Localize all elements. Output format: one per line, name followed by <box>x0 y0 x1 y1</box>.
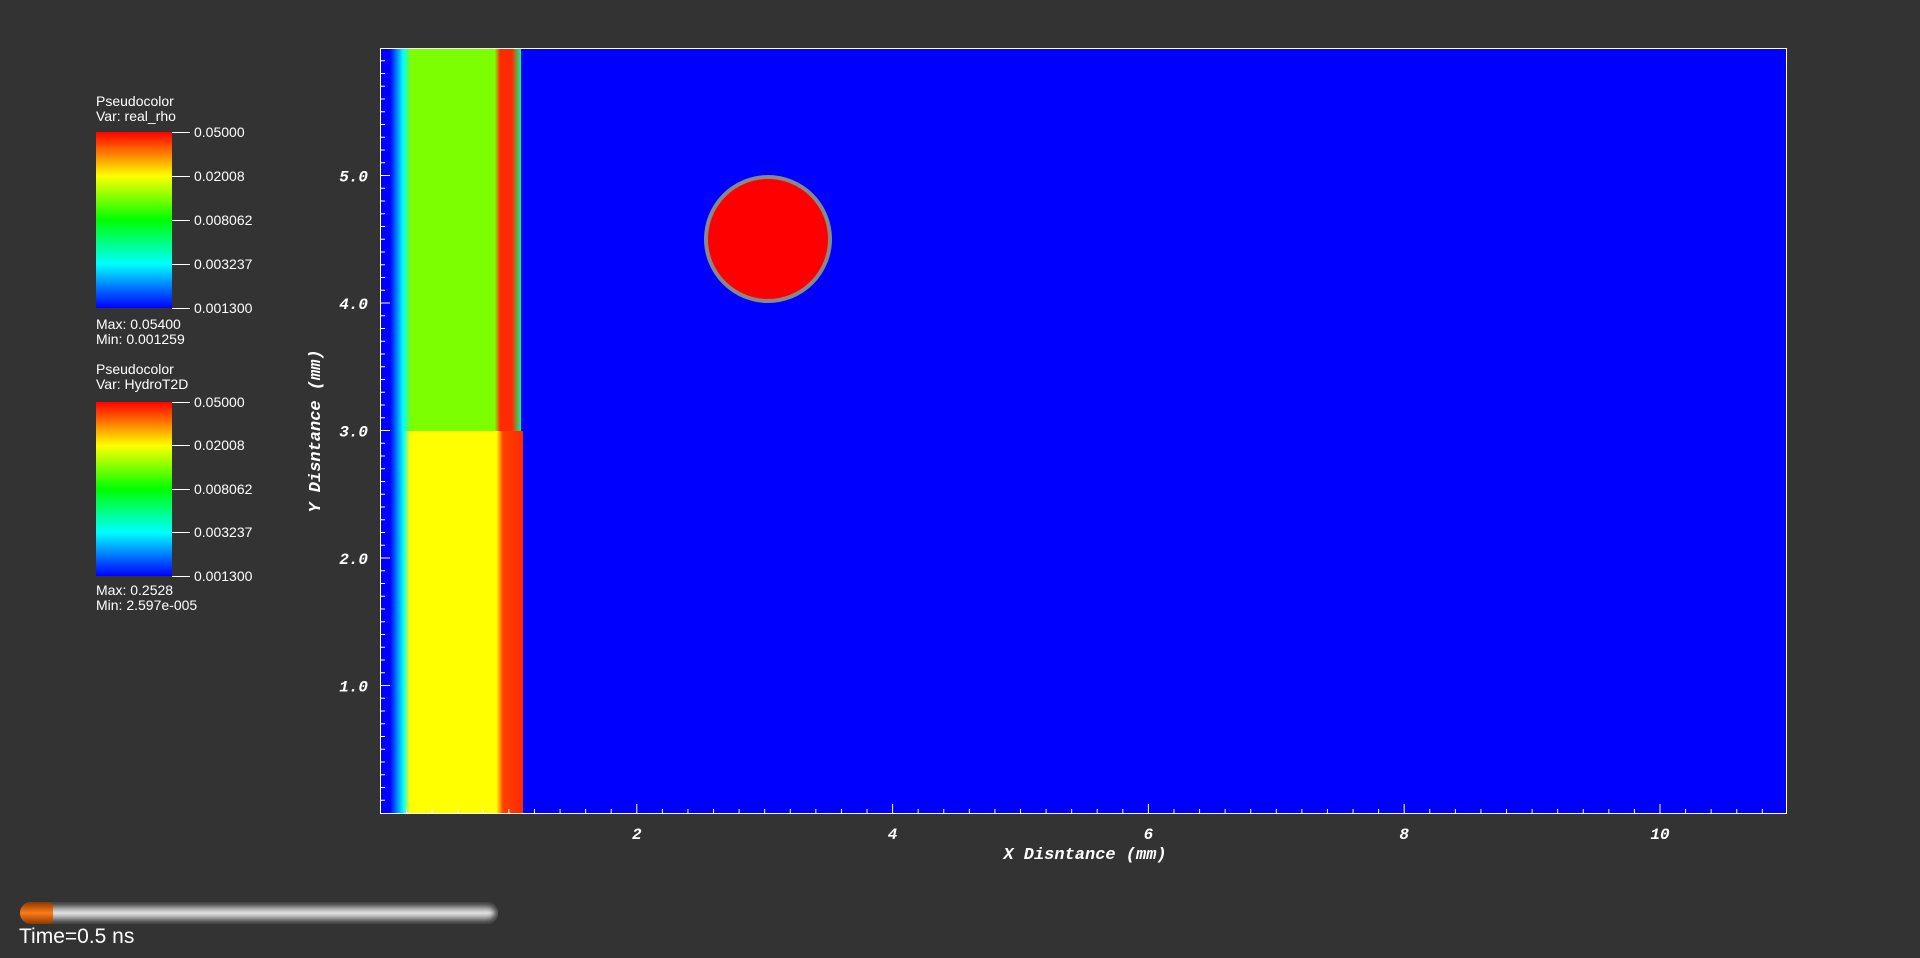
region-lower-left <box>390 431 523 814</box>
pseudocolor-plot[interactable] <box>380 48 1787 814</box>
colorbar-tick <box>172 489 190 490</box>
y-tick-label: 2.0 <box>339 551 368 569</box>
colorbar-tick <box>172 532 190 533</box>
sphere-region <box>704 175 832 303</box>
legend-var: Var: HydroT2D <box>96 376 189 392</box>
legend-real-rho: Pseudocolor Var: real_rho 0.05000 0.0200… <box>96 93 252 347</box>
colorbar-tick-label: 0.008062 <box>194 212 253 228</box>
legend-hydrot2d: Pseudocolor Var: HydroT2D 0.05000 0.0200… <box>96 361 252 613</box>
time-slider[interactable] <box>20 902 498 924</box>
x-tick-label: 6 <box>1144 826 1154 844</box>
colorbar-tick <box>172 445 190 446</box>
legend-title: Pseudocolor <box>96 93 174 109</box>
colorbar-tick <box>172 220 190 221</box>
legend-title: Pseudocolor <box>96 361 174 377</box>
x-tick-label: 2 <box>632 826 642 844</box>
colorbar-tick-label: 0.008062 <box>194 481 253 497</box>
colorbar-tick <box>172 402 190 403</box>
colorbar-tick-label: 0.05000 <box>194 124 245 140</box>
plot-canvas <box>380 48 1787 814</box>
x-tick-label: 4 <box>888 826 898 844</box>
legend-max: Max: 0.2528 <box>96 582 174 598</box>
y-tick-label: 5.0 <box>339 169 368 187</box>
legend-max: Max: 0.05400 <box>96 316 181 332</box>
time-slider-fill <box>20 902 53 924</box>
y-tick-label: 1.0 <box>339 679 368 697</box>
colorbar-tick-label: 0.02008 <box>194 437 245 453</box>
colorbar <box>96 402 172 576</box>
legend-min: Min: 0.001259 <box>96 331 185 347</box>
y-tick-label: 3.0 <box>339 424 368 442</box>
colorbar-tick <box>172 264 190 265</box>
colorbar-tick-label: 0.05000 <box>194 394 245 410</box>
colorbar-tick <box>172 576 190 577</box>
y-axis-label: Y Disntance (mm) <box>307 349 326 512</box>
region-upper-left <box>390 48 521 431</box>
plot-background <box>380 48 1787 814</box>
colorbar-tick-label: 0.001300 <box>194 300 253 316</box>
legend-min: Min: 2.597e-005 <box>96 597 198 613</box>
colorbar-tick-label: 0.003237 <box>194 524 253 540</box>
colorbar-tick-label: 0.003237 <box>194 256 253 272</box>
colorbar-tick-label: 0.001300 <box>194 568 253 584</box>
x-tick-label: 10 <box>1650 826 1670 844</box>
colorbar-tick <box>172 308 190 309</box>
x-tick-label: 8 <box>1399 826 1409 844</box>
y-tick-label: 4.0 <box>339 296 368 314</box>
legend-var: Var: real_rho <box>96 108 176 124</box>
time-label: Time=0.5 ns <box>19 925 135 948</box>
x-axis-label: X Disntance (mm) <box>1002 846 1166 865</box>
colorbar-tick <box>172 176 190 177</box>
colorbar <box>96 132 172 308</box>
colorbar-tick-label: 0.02008 <box>194 168 245 184</box>
colorbar-tick <box>172 132 190 133</box>
